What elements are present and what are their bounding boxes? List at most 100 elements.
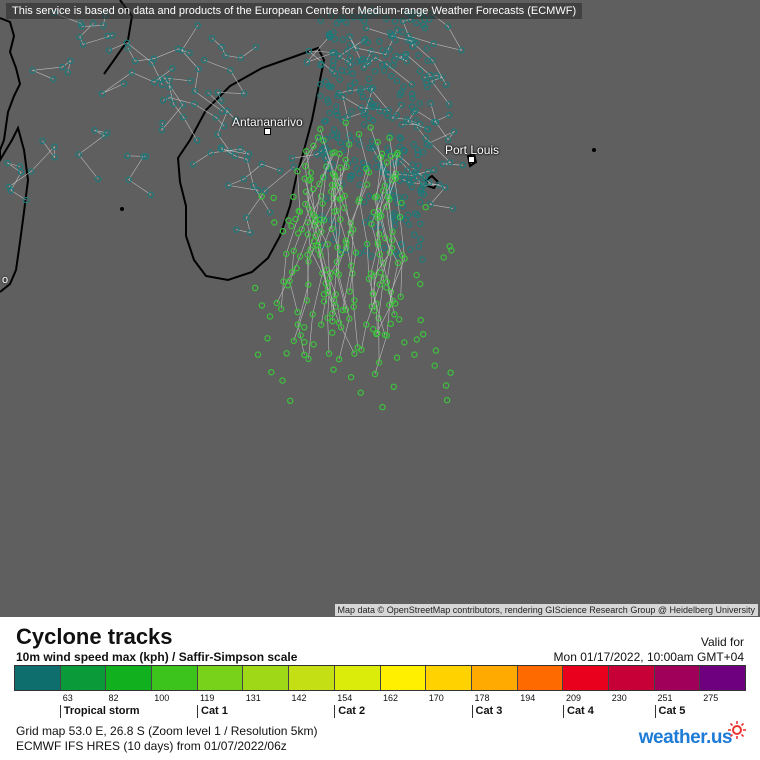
track-point <box>251 284 259 292</box>
track-point <box>420 331 427 338</box>
track-point <box>411 351 418 358</box>
track-point <box>413 336 420 343</box>
track-line <box>338 87 374 120</box>
track-point <box>408 183 416 191</box>
scale-tick-label: 162 <box>383 693 399 703</box>
track-point <box>338 67 345 74</box>
track-point <box>380 244 388 251</box>
track-point <box>233 226 240 233</box>
island <box>120 207 124 211</box>
track-point <box>399 28 406 36</box>
track-point <box>356 170 363 177</box>
track-point <box>351 156 358 164</box>
track-point <box>270 194 277 201</box>
track-point <box>366 144 373 152</box>
track-point <box>285 217 292 224</box>
scale-tick-label: 63 <box>62 693 73 703</box>
scale-segment <box>15 666 61 690</box>
track-point <box>413 19 420 26</box>
track-point <box>336 76 343 83</box>
track-point <box>401 339 408 346</box>
scale-tick-label: 251 <box>657 693 673 703</box>
scale-tick-label: 119 <box>200 693 215 703</box>
track-point <box>320 298 328 305</box>
track-point <box>414 174 422 181</box>
track-point <box>365 75 373 83</box>
track-point <box>386 46 393 53</box>
map-attribution[interactable]: Map data © OpenStreetMap contributors, r… <box>334 604 758 616</box>
track-point <box>415 243 422 250</box>
track-point <box>365 192 373 200</box>
track-line <box>395 53 431 76</box>
scale-segment <box>243 666 290 690</box>
track-point <box>413 271 420 279</box>
category-label: Tropical storm <box>59 705 140 718</box>
city-label-antananarivo: Antananarivo <box>232 115 303 129</box>
track-point <box>387 320 394 327</box>
track-point <box>357 389 364 396</box>
track-line <box>211 37 257 59</box>
track-point <box>393 354 401 361</box>
track-point <box>359 93 366 101</box>
track-point <box>343 68 351 75</box>
scale-tick-label: 194 <box>520 693 536 703</box>
track-point <box>400 83 407 91</box>
island <box>592 148 596 152</box>
scale-segment <box>563 666 609 690</box>
track-point <box>391 18 399 25</box>
track-point <box>415 162 422 169</box>
track-point <box>343 19 350 26</box>
track-point <box>390 383 397 390</box>
track-point <box>417 316 424 324</box>
map-area[interactable]: This service is based on data and produc… <box>0 0 760 617</box>
track-point <box>295 230 302 237</box>
color-scale <box>14 665 746 691</box>
track-point <box>200 56 208 64</box>
scale-tick-label: 230 <box>611 693 627 703</box>
track-point <box>124 44 132 52</box>
city-label-port-louis: Port Louis <box>445 143 500 157</box>
track-point <box>410 141 417 148</box>
track-point <box>396 316 403 323</box>
track-point <box>443 397 451 404</box>
track-point <box>388 72 395 80</box>
track-point <box>401 172 409 179</box>
track-point <box>420 148 427 156</box>
track-point <box>271 219 278 226</box>
track-point <box>301 324 308 331</box>
track-point <box>416 67 424 75</box>
scale-segment <box>608 666 655 690</box>
scale-segment <box>289 666 335 690</box>
track-point <box>411 231 418 238</box>
track-point <box>326 109 333 117</box>
scale-segment <box>197 666 244 690</box>
scale-segment <box>471 666 518 690</box>
track-point <box>393 77 401 85</box>
track-point <box>415 52 422 59</box>
track-point <box>393 112 400 119</box>
scale-tick-label: 142 <box>291 693 307 703</box>
scale-tick-label: 209 <box>566 693 582 703</box>
track-point <box>367 253 375 260</box>
track-point <box>266 313 274 320</box>
track-point <box>381 67 388 74</box>
track-point <box>307 169 314 176</box>
weather-us-logo[interactable]: weather.us <box>639 727 733 749</box>
track-point <box>268 369 275 376</box>
track-point <box>329 329 336 336</box>
category-label: Cat 1 <box>197 705 228 718</box>
category-label: Cat 2 <box>334 705 365 718</box>
track-point <box>368 138 376 145</box>
track-line <box>169 79 198 141</box>
track-point <box>409 161 416 168</box>
track-point <box>317 92 324 100</box>
track-line <box>8 140 55 188</box>
scale-segment <box>60 666 107 690</box>
track-point <box>391 222 399 229</box>
track-point <box>363 181 371 188</box>
track-point <box>310 341 317 348</box>
track-point <box>376 107 384 115</box>
map-canvas[interactable] <box>0 0 760 617</box>
scale-tick-label: 131 <box>245 693 261 703</box>
track-point <box>432 347 440 354</box>
